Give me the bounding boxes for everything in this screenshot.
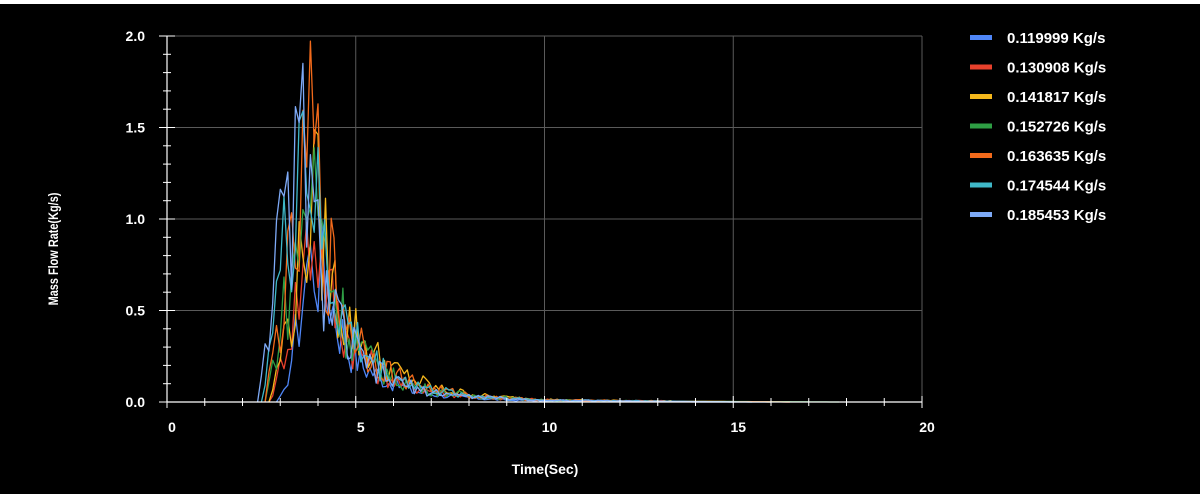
legend-swatch <box>970 153 992 158</box>
legend-label: 0.141817 Kg/s <box>1007 89 1106 106</box>
legend-label: 0.163635 Kg/s <box>1007 148 1106 165</box>
page: 0.0 0.5 1.0 1.5 2.0 0 5 10 15 20 0.119999 Kg/s 0.1… <box>0 0 1200 498</box>
legend-label: 0.174544 Kg/s <box>1007 178 1106 195</box>
legend-swatch <box>970 94 992 99</box>
series-lines <box>256 40 839 403</box>
legend-item[interactable]: 0.130908 Kg/s <box>970 60 1106 77</box>
series-line <box>268 221 790 403</box>
legend-label: 0.119999 Kg/s <box>1007 30 1105 47</box>
x-tick-label: 15 <box>730 419 746 435</box>
x-axis-title: Time(Sec) <box>512 461 579 477</box>
legend-item[interactable]: 0.163635 Kg/s <box>970 148 1106 165</box>
legend-item[interactable]: 0.152726 Kg/s <box>970 119 1106 136</box>
legend-item[interactable]: 0.185453 Kg/s <box>970 207 1106 224</box>
legend-item[interactable]: 0.119999 Kg/s <box>970 30 1105 47</box>
x-tick-label: 5 <box>357 419 365 435</box>
y-tick-label: 0.0 <box>126 394 146 410</box>
legend[interactable]: 0.119999 Kg/s 0.130908 Kg/s 0.141817 Kg/s 0… <box>970 30 1106 224</box>
y-axis-title: Mass Flow Rate(Kg/s) <box>46 193 62 306</box>
y-tick-label: 1.5 <box>126 120 146 136</box>
y-tick-label: 1.0 <box>126 211 146 227</box>
legend-item[interactable]: 0.141817 Kg/s <box>970 89 1106 106</box>
y-tick-label: 0.5 <box>126 303 146 319</box>
mass-flow-chart: 0.00.51.01.52.00 5 10 15 20 0.119999 Kg/s0.1… <box>46 28 1107 477</box>
series-line <box>264 40 790 403</box>
legend-label: 0.152726 Kg/s <box>1007 119 1106 136</box>
legend-swatch <box>970 64 992 70</box>
series-line <box>268 128 771 403</box>
x-tick-label: 0 <box>168 419 176 435</box>
legend-swatch <box>970 212 992 217</box>
axes: 0.0 0.5 1.0 1.5 2.0 0 5 10 15 20 <box>126 28 935 435</box>
legend-swatch <box>970 182 992 188</box>
chart-panel: 0.0 0.5 1.0 1.5 2.0 0 5 10 15 20 0.119999 Kg/s 0.1… <box>0 4 1200 494</box>
legend-swatch <box>970 123 992 129</box>
series-line <box>256 62 734 403</box>
x-tick-label: 10 <box>542 419 558 435</box>
y-tick-label: 2.0 <box>126 28 146 44</box>
x-tick-label: 20 <box>919 419 935 435</box>
legend-label: 0.130908 Kg/s <box>1007 60 1106 77</box>
legend-item[interactable]: 0.174544 Kg/s <box>970 178 1106 195</box>
grid <box>167 35 923 402</box>
legend-label: 0.185453 Kg/s <box>1007 207 1106 224</box>
legend-swatch <box>970 35 992 40</box>
series-line <box>264 147 839 403</box>
